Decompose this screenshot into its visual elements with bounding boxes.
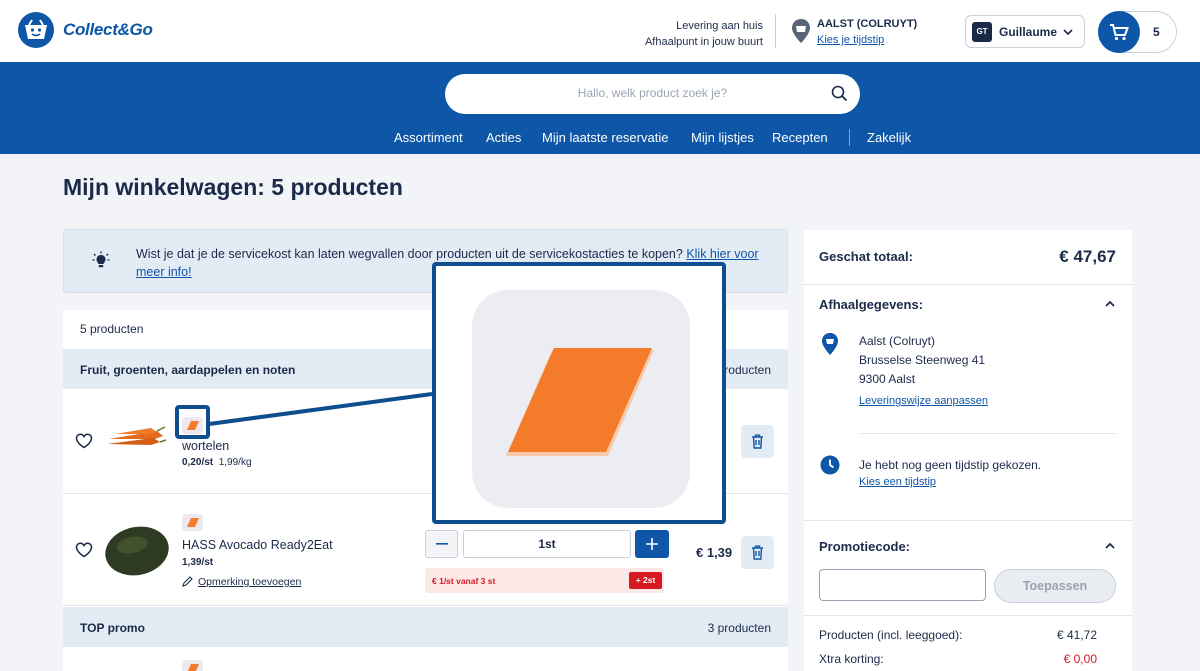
promo-badge-icon	[472, 290, 690, 508]
zoom-target-marker	[175, 405, 210, 439]
zoom-callout	[432, 262, 726, 524]
